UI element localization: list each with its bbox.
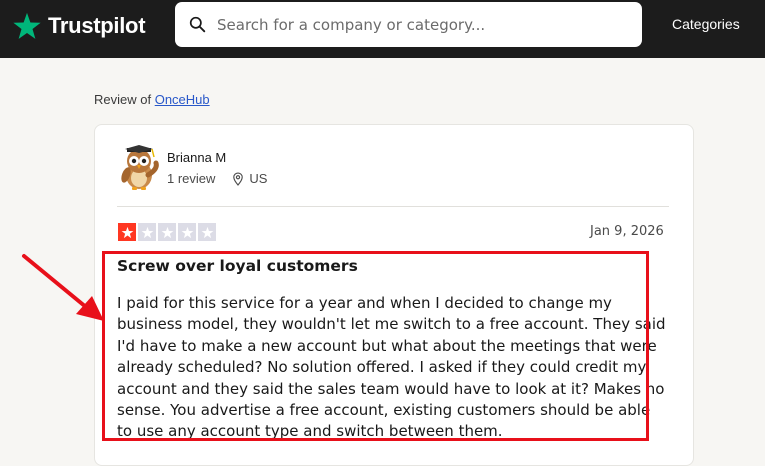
owl-avatar[interactable] [118,145,160,191]
review-count: 1 review [167,171,216,186]
star-empty-icon [178,223,196,241]
top-navigation-bar: Trustpilot Categories [0,0,765,58]
star-icon [13,12,41,39]
reviewer-country: US [249,171,268,186]
star-empty-icon [158,223,176,241]
reviewer-meta: 1 review US [167,171,267,186]
search-input[interactable] [217,8,627,41]
location-pin-icon [233,171,244,186]
review-title[interactable]: Screw over loyal customers [117,257,358,275]
trustpilot-logo[interactable]: Trustpilot [12,9,146,43]
star-filled-icon [118,223,136,241]
search-box[interactable] [175,2,642,47]
search-icon[interactable] [189,16,206,33]
review-body: I paid for this service for a year and w… [117,294,666,441]
logo-text: Trustpilot [48,13,146,38]
divider [117,206,669,207]
review-date: Jan 9, 2026 [590,224,664,239]
star-empty-icon [138,223,156,241]
review-of-breadcrumb: Review of OnceHub [94,92,210,107]
reviewer-name[interactable]: Brianna M [167,150,226,165]
annotation-arrow-icon [22,254,104,321]
star-empty-icon [198,223,216,241]
categories-menu[interactable]: Categories [672,16,740,32]
review-of-prefix: Review of [94,92,155,107]
star-rating [118,223,216,241]
company-link[interactable]: OnceHub [155,92,210,107]
